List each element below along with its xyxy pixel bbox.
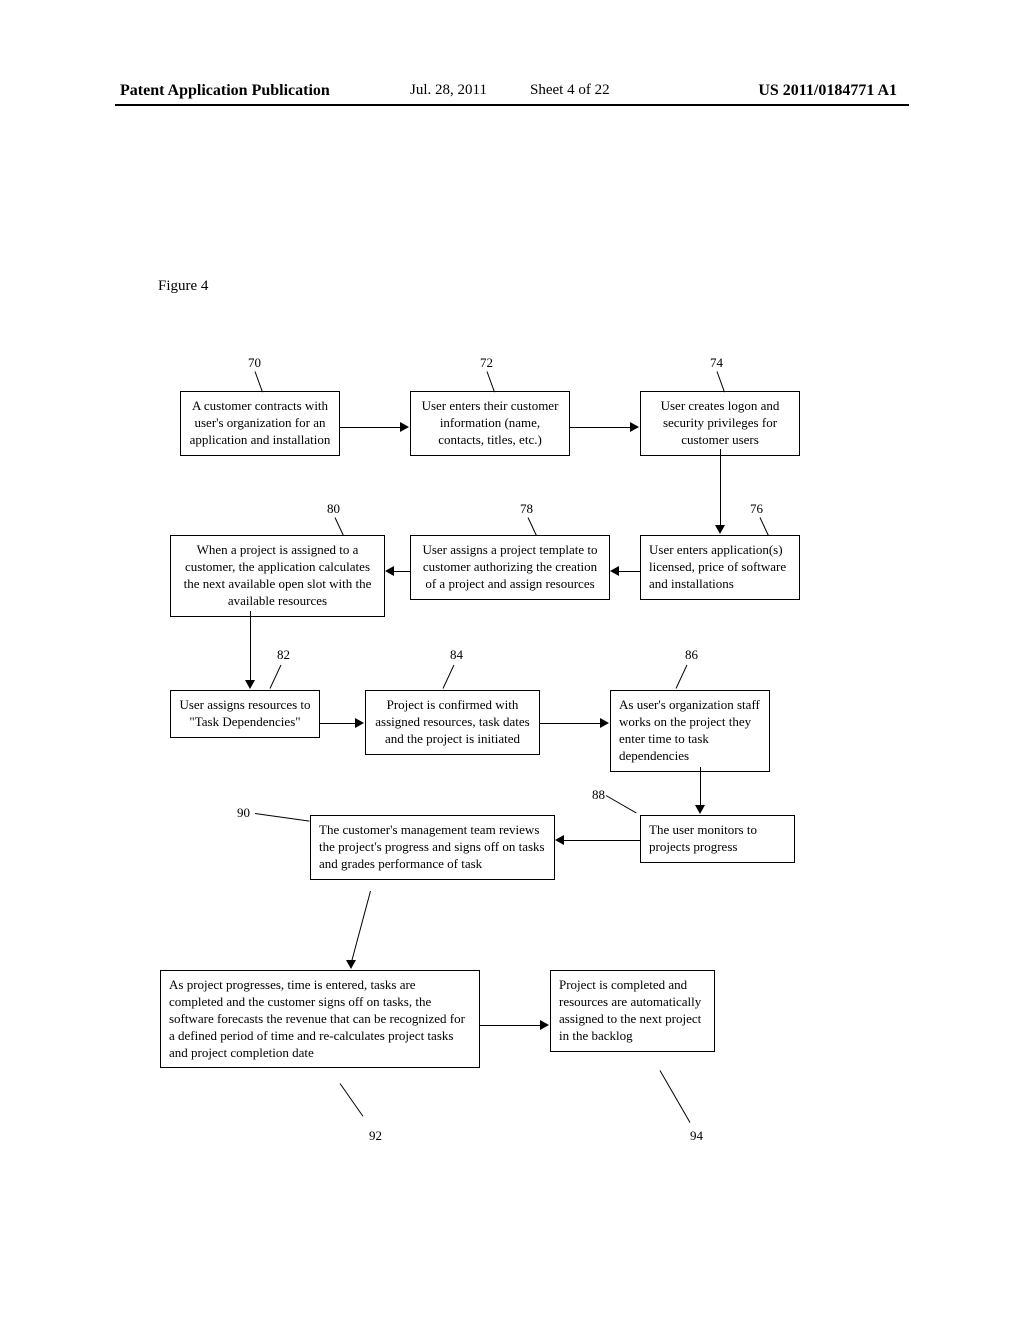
arrow-76-78 bbox=[618, 571, 640, 572]
ref-90: 90 bbox=[237, 805, 250, 821]
arrow-92-94 bbox=[480, 1025, 542, 1026]
arrowhead-78-80 bbox=[385, 566, 394, 576]
box-88: The user monitors to projects progress bbox=[640, 815, 795, 863]
box-70: A customer contracts with user's organiz… bbox=[180, 391, 340, 456]
ref-88: 88 bbox=[592, 787, 605, 803]
header-pubnum: US 2011/0184771 A1 bbox=[758, 82, 897, 100]
box-78: User assigns a project template to custo… bbox=[410, 535, 610, 600]
ref-92: 92 bbox=[369, 1128, 382, 1144]
arrowhead-74-76 bbox=[715, 525, 725, 534]
header-sheet: Sheet 4 of 22 bbox=[530, 82, 610, 99]
arrowhead-90-92 bbox=[346, 960, 356, 969]
arrowhead-92-94 bbox=[540, 1020, 549, 1030]
ref-84: 84 bbox=[450, 647, 463, 663]
ref-86: 86 bbox=[685, 647, 698, 663]
ref-76: 76 bbox=[750, 501, 763, 517]
ref-70: 70 bbox=[248, 355, 261, 371]
arrow-90-92 bbox=[351, 891, 371, 964]
ref-72: 72 bbox=[480, 355, 493, 371]
arrow-84-86 bbox=[540, 723, 602, 724]
arrow-80-82 bbox=[250, 611, 251, 682]
header-rule bbox=[115, 104, 909, 106]
leader-74 bbox=[717, 371, 725, 392]
box-76: User enters application(s) licensed, pri… bbox=[640, 535, 800, 600]
arrowhead-76-78 bbox=[610, 566, 619, 576]
ref-78: 78 bbox=[520, 501, 533, 517]
box-82: User assigns resources to "Task Dependen… bbox=[170, 690, 320, 738]
box-74: User creates logon and security privileg… bbox=[640, 391, 800, 456]
leader-78 bbox=[528, 517, 537, 536]
ref-80: 80 bbox=[327, 501, 340, 517]
header-publication: Patent Application Publication bbox=[120, 82, 330, 100]
arrow-78-80 bbox=[393, 571, 410, 572]
header-date: Jul. 28, 2011 bbox=[410, 82, 487, 99]
figure-label: Figure 4 bbox=[158, 278, 208, 295]
arrowhead-82-84 bbox=[355, 718, 364, 728]
leader-82 bbox=[270, 665, 282, 689]
arrow-72-74 bbox=[570, 427, 632, 428]
leader-76 bbox=[760, 517, 769, 536]
arrowhead-88-90 bbox=[555, 835, 564, 845]
arrow-88-90 bbox=[563, 840, 640, 841]
leader-88 bbox=[606, 795, 637, 813]
arrowhead-84-86 bbox=[600, 718, 609, 728]
ref-74: 74 bbox=[710, 355, 723, 371]
leader-80 bbox=[335, 517, 344, 536]
box-90: The customer's management team reviews t… bbox=[310, 815, 555, 880]
leader-86 bbox=[676, 665, 688, 689]
arrow-82-84 bbox=[320, 723, 357, 724]
leader-90 bbox=[255, 813, 310, 822]
arrow-74-76 bbox=[720, 449, 721, 527]
arrow-86-88 bbox=[700, 767, 701, 807]
leader-94 bbox=[660, 1070, 691, 1122]
arrowhead-70-72 bbox=[400, 422, 409, 432]
leader-70 bbox=[255, 371, 263, 392]
box-92: As project progresses, time is entered, … bbox=[160, 970, 480, 1068]
arrowhead-86-88 bbox=[695, 805, 705, 814]
ref-82: 82 bbox=[277, 647, 290, 663]
arrow-70-72 bbox=[340, 427, 402, 428]
flowchart-diagram: A customer contracts with user's organiz… bbox=[150, 355, 870, 1185]
box-86: As user's organization staff works on th… bbox=[610, 690, 770, 772]
leader-84 bbox=[443, 665, 455, 689]
arrowhead-72-74 bbox=[630, 422, 639, 432]
ref-94: 94 bbox=[690, 1128, 703, 1144]
box-84: Project is confirmed with assigned resou… bbox=[365, 690, 540, 755]
arrowhead-80-82 bbox=[245, 680, 255, 689]
leader-92 bbox=[340, 1083, 364, 1116]
leader-72 bbox=[487, 371, 495, 392]
box-94: Project is completed and resources are a… bbox=[550, 970, 715, 1052]
box-80: When a project is assigned to a customer… bbox=[170, 535, 385, 617]
box-72: User enters their customer information (… bbox=[410, 391, 570, 456]
